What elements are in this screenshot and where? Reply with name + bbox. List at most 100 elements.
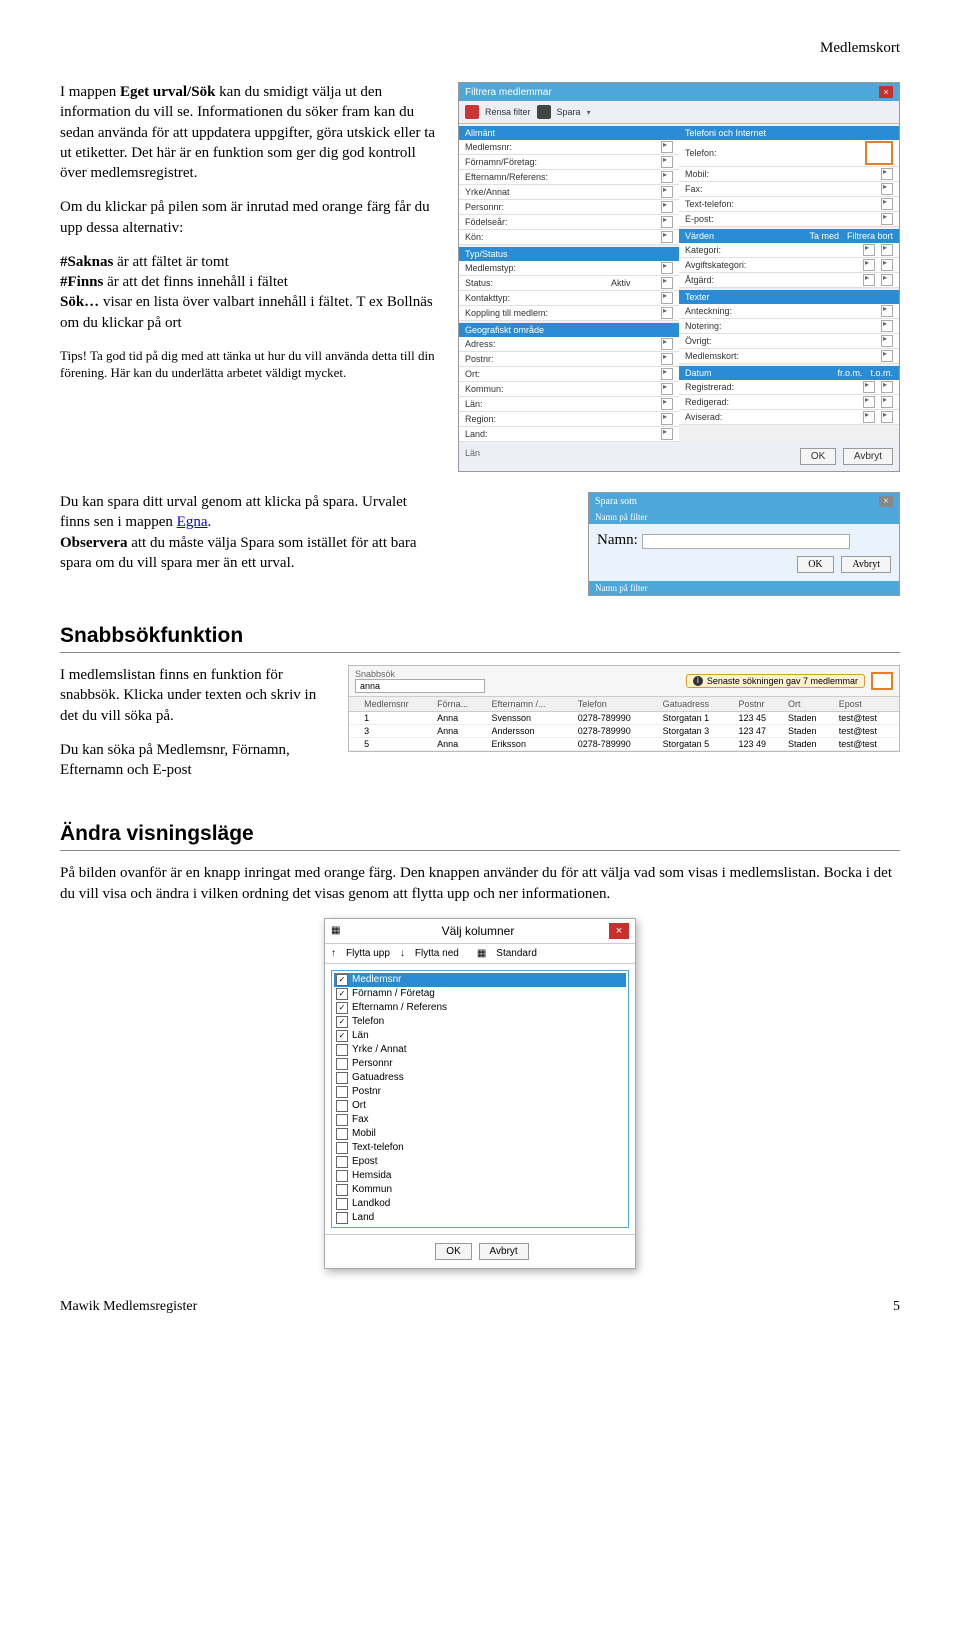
- checkbox-icon[interactable]: ✓: [336, 1016, 348, 1028]
- ok-button[interactable]: OK: [797, 556, 833, 573]
- filter-row[interactable]: Registrerad:: [679, 380, 899, 395]
- column-item[interactable]: Personnr: [334, 1057, 626, 1071]
- filter-row[interactable]: Avgiftskategori:: [679, 258, 899, 273]
- filter-row[interactable]: Medlemstyp:: [459, 261, 679, 276]
- column-item[interactable]: Mobil: [334, 1127, 626, 1141]
- filter-row[interactable]: Personnr:: [459, 200, 679, 215]
- table-row[interactable]: 3AnnaAndersson0278-789990Storgatan 3123 …: [349, 725, 899, 738]
- table-header[interactable]: Postnr: [735, 697, 784, 712]
- move-up-button[interactable]: Flytta upp: [346, 948, 390, 959]
- chevron-right-icon[interactable]: [661, 171, 673, 183]
- filter-row[interactable]: Förnamn/Företag:: [459, 155, 679, 170]
- saveas-name-input[interactable]: [642, 534, 850, 549]
- chevron-right-icon[interactable]: [661, 428, 673, 440]
- chevron-right-icon[interactable]: [881, 335, 893, 347]
- save-label[interactable]: Spara: [557, 107, 581, 117]
- filter-row[interactable]: E-post:: [679, 212, 899, 227]
- close-icon[interactable]: ×: [879, 496, 893, 507]
- column-item[interactable]: ✓Län: [334, 1029, 626, 1043]
- column-item[interactable]: ✓Telefon: [334, 1015, 626, 1029]
- column-item[interactable]: Landkod: [334, 1197, 626, 1211]
- filter-row[interactable]: Yrke/Annat: [459, 185, 679, 200]
- checkbox-icon[interactable]: ✓: [336, 1030, 348, 1042]
- chevron-right-icon[interactable]: [661, 353, 673, 365]
- table-header[interactable]: [349, 697, 360, 712]
- column-item[interactable]: Gatuadress: [334, 1071, 626, 1085]
- column-item[interactable]: ✓Efternamn / Referens: [334, 1001, 626, 1015]
- checkbox-icon[interactable]: [336, 1156, 348, 1168]
- filter-row[interactable]: Notering:: [679, 319, 899, 334]
- checkbox-icon[interactable]: [336, 1072, 348, 1084]
- chevron-right-icon[interactable]: [661, 398, 673, 410]
- table-header[interactable]: Gatuadress: [659, 697, 735, 712]
- chevron-right-icon[interactable]: [881, 198, 893, 210]
- checkbox-icon[interactable]: [336, 1142, 348, 1154]
- filter-row[interactable]: Status:Aktiv: [459, 276, 679, 291]
- chevron-right-icon[interactable]: [881, 213, 893, 225]
- column-item[interactable]: Fax: [334, 1113, 626, 1127]
- filter-row[interactable]: Län:: [459, 397, 679, 412]
- checkbox-icon[interactable]: [336, 1184, 348, 1196]
- filter-row[interactable]: Medlemskort:: [679, 349, 899, 364]
- move-down-button[interactable]: Flytta ned: [415, 948, 459, 959]
- checkbox-icon[interactable]: ✓: [336, 988, 348, 1000]
- chevron-right-icon[interactable]: [661, 338, 673, 350]
- chevron-right-icon[interactable]: [661, 231, 673, 243]
- filter-row[interactable]: Kontakttyp:: [459, 291, 679, 306]
- filter-row[interactable]: Kategori:: [679, 243, 899, 258]
- filter-row[interactable]: Övrigt:: [679, 334, 899, 349]
- filter-row[interactable]: Adress:: [459, 337, 679, 352]
- chevron-right-icon[interactable]: [661, 413, 673, 425]
- chevron-right-icon[interactable]: [881, 320, 893, 332]
- checkbox-icon[interactable]: [336, 1058, 348, 1070]
- column-item[interactable]: ✓Medlemsnr: [334, 973, 626, 987]
- chevron-right-icon[interactable]: [881, 168, 893, 180]
- filter-row[interactable]: Redigerad:: [679, 395, 899, 410]
- filter-row[interactable]: Medlemsnr:: [459, 140, 679, 155]
- checkbox-icon[interactable]: [336, 1044, 348, 1056]
- columns-button-highlight[interactable]: [871, 672, 893, 690]
- column-item[interactable]: Yrke / Annat: [334, 1043, 626, 1057]
- column-item[interactable]: Land: [334, 1211, 626, 1225]
- filter-row[interactable]: Land:: [459, 427, 679, 442]
- search-input[interactable]: anna: [355, 679, 485, 693]
- filter-row[interactable]: Anteckning:: [679, 304, 899, 319]
- chevron-right-icon[interactable]: [881, 183, 893, 195]
- filter-row[interactable]: Födelseår:: [459, 215, 679, 230]
- checkbox-icon[interactable]: ✓: [336, 1002, 348, 1014]
- checkbox-icon[interactable]: [336, 1170, 348, 1182]
- filter-row[interactable]: Mobil:: [679, 167, 899, 182]
- ok-button[interactable]: OK: [800, 448, 836, 465]
- chevron-right-icon[interactable]: [661, 216, 673, 228]
- checkbox-icon[interactable]: [336, 1100, 348, 1112]
- column-item[interactable]: Postnr: [334, 1085, 626, 1099]
- chevron-right-icon[interactable]: [661, 141, 673, 153]
- chevron-right-icon[interactable]: [881, 305, 893, 317]
- column-item[interactable]: ✓Förnamn / Företag: [334, 987, 626, 1001]
- table-header[interactable]: Medlemsnr: [360, 697, 433, 712]
- table-row[interactable]: 1AnnaSvensson0278-789990Storgatan 1123 4…: [349, 712, 899, 725]
- chevron-right-icon[interactable]: [661, 186, 673, 198]
- table-header[interactable]: Ort: [784, 697, 835, 712]
- checkbox-icon[interactable]: [336, 1198, 348, 1210]
- checkbox-icon[interactable]: [336, 1086, 348, 1098]
- egna-link[interactable]: Egna: [177, 514, 208, 530]
- checkbox-icon[interactable]: [336, 1212, 348, 1224]
- clear-filter-label[interactable]: Rensa filter: [485, 107, 531, 117]
- checkbox-icon[interactable]: ✓: [336, 974, 348, 986]
- column-item[interactable]: Ort: [334, 1099, 626, 1113]
- filter-row[interactable]: Åtgärd:: [679, 273, 899, 288]
- filter-row[interactable]: Fax:: [679, 182, 899, 197]
- filter-row[interactable]: Region:: [459, 412, 679, 427]
- table-row[interactable]: 5AnnaEriksson0278-789990Storgatan 5123 4…: [349, 738, 899, 751]
- save-icon[interactable]: [537, 105, 551, 119]
- chevron-right-icon[interactable]: [661, 201, 673, 213]
- cancel-button[interactable]: Avbryt: [843, 448, 893, 465]
- filter-row[interactable]: Kön:: [459, 230, 679, 245]
- filter-row[interactable]: Kommun:: [459, 382, 679, 397]
- chevron-right-icon[interactable]: [661, 368, 673, 380]
- close-icon[interactable]: ×: [879, 86, 893, 98]
- table-header[interactable]: Epost: [835, 697, 899, 712]
- cancel-button[interactable]: Avbryt: [841, 556, 891, 573]
- column-item[interactable]: Epost: [334, 1155, 626, 1169]
